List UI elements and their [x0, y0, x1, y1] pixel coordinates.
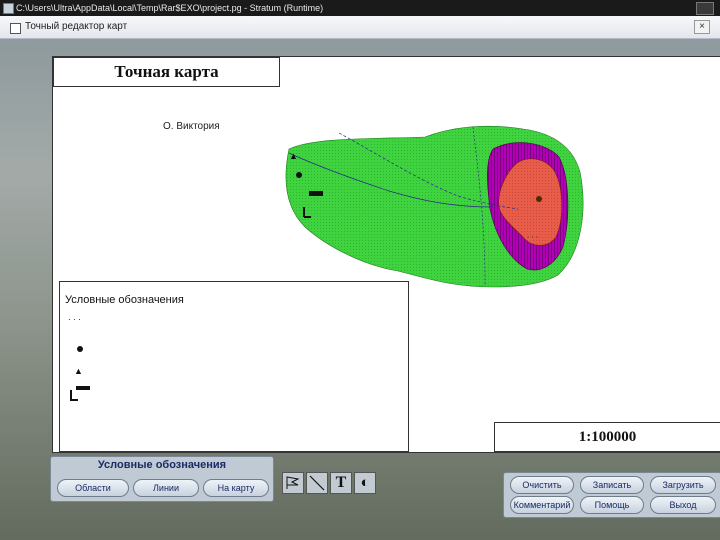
- window-title: Точный редактор карт: [25, 21, 128, 32]
- legend-toolbar-title: Условные обозначения: [97, 459, 227, 471]
- clear-button[interactable]: Очистить: [510, 476, 574, 494]
- app-title: C:\Users\Ultra\AppData\Local\Temp\Rar$EX…: [16, 3, 324, 13]
- structure-symbol: [309, 191, 323, 196]
- legend-structure-icon: [70, 390, 78, 401]
- map-title: Точная карта: [53, 57, 280, 87]
- app-titlebar: C:\Users\Ultra\AppData\Local\Temp\Rar$EX…: [0, 0, 720, 16]
- legend-flag-icon: ▲: [74, 366, 83, 376]
- window-icon: [10, 23, 21, 34]
- legend-point-icon: [77, 346, 83, 352]
- dots-symbol: ∙ ∙ ∙: [527, 232, 538, 241]
- to-map-button[interactable]: На карту: [203, 479, 269, 497]
- flag-symbol: ▲: [289, 151, 298, 161]
- lines-button[interactable]: Линии: [133, 479, 199, 497]
- map-panel[interactable]: ▲ ∙ ∙ ∙ О. Виктория Точная карта Условны…: [52, 56, 720, 453]
- island-label: О. Виктория: [163, 121, 220, 132]
- text-tool-button[interactable]: T: [330, 472, 352, 494]
- legend-structure-icon: [76, 386, 90, 390]
- fill-tool-button[interactable]: ◐: [354, 472, 376, 494]
- fill-tool-icon: ◐: [360, 474, 370, 491]
- close-button[interactable]: ×: [694, 20, 710, 34]
- scale-label: 1:100000: [494, 422, 720, 452]
- load-button[interactable]: Загрузить: [650, 476, 716, 494]
- line-tool-button[interactable]: [306, 472, 328, 494]
- app-icon: [3, 3, 14, 14]
- drawing-tools: T ◐: [282, 472, 378, 494]
- legend-toolbar: Условные обозначения Области Линии На ка…: [50, 456, 274, 502]
- flag-tool-icon: [286, 476, 300, 489]
- point-symbol: [296, 172, 302, 178]
- legend-dots-icon: ∙ ∙ ∙: [68, 314, 81, 324]
- peak-symbol: [536, 196, 542, 202]
- map-legend-box: Условные обозначения ∙ ∙ ∙ ▲: [59, 281, 409, 452]
- areas-button[interactable]: Области: [57, 479, 129, 497]
- comment-button[interactable]: Комментарий: [510, 496, 574, 514]
- exit-button[interactable]: Выход: [650, 496, 716, 514]
- help-button[interactable]: Помощь: [580, 496, 644, 514]
- save-button[interactable]: Записать: [580, 476, 644, 494]
- map-legend-symbols: ∙ ∙ ∙ ▲: [68, 314, 90, 401]
- window-control-button[interactable]: [696, 2, 714, 15]
- window-titlebar: Точный редактор карт ×: [0, 16, 720, 39]
- map-legend-title: Условные обозначения: [65, 294, 184, 306]
- text-tool-icon: T: [335, 474, 347, 491]
- command-toolbar: Очистить Записать Загрузить Комментарий …: [503, 472, 720, 518]
- line-tool-icon: [309, 475, 325, 491]
- flag-tool-button[interactable]: [282, 472, 304, 494]
